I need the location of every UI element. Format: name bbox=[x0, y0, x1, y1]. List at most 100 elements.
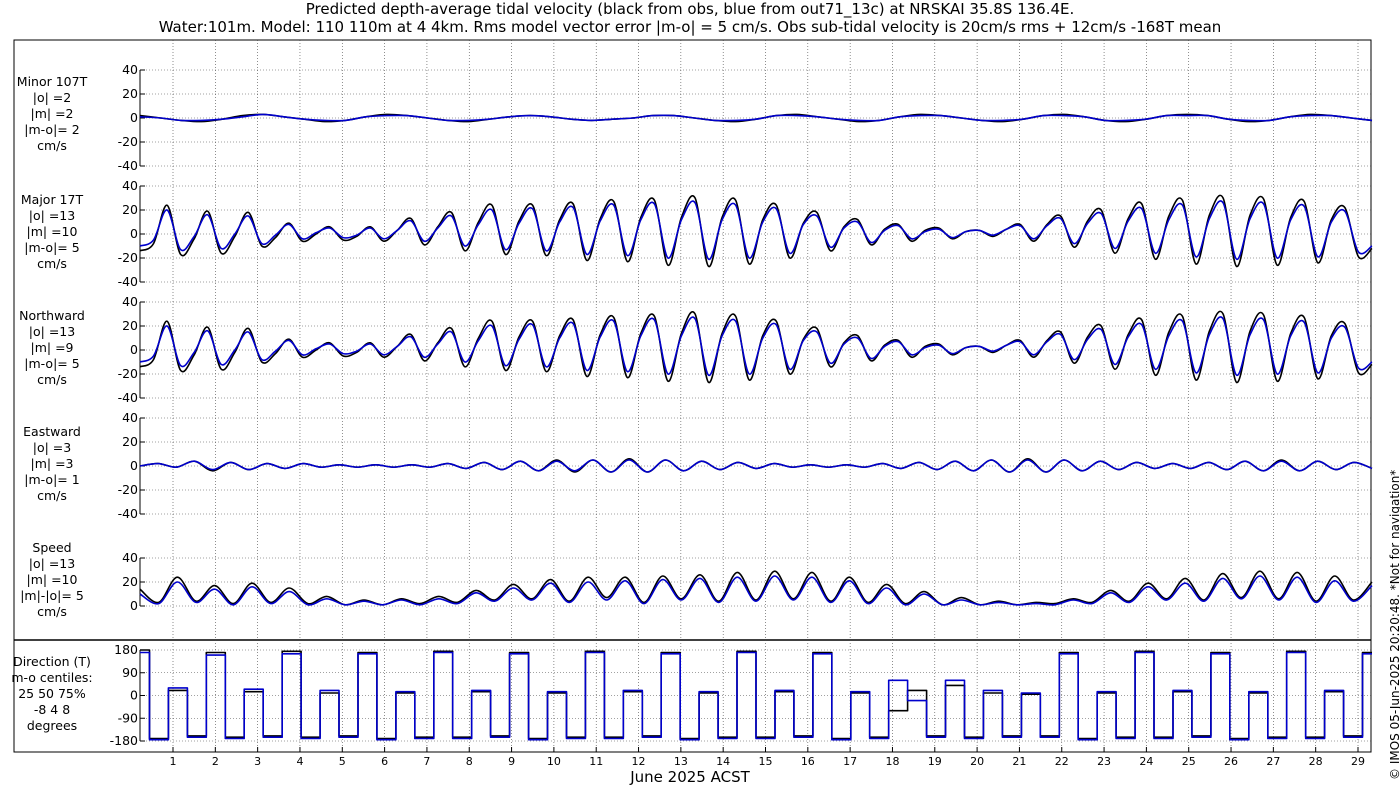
y-tick-label: 40 bbox=[122, 178, 138, 193]
panel-label-line: Speed bbox=[32, 540, 72, 555]
x-tick-label: 29 bbox=[1351, 755, 1365, 768]
y-tick-label: -20 bbox=[118, 134, 138, 149]
y-tick-label: 20 bbox=[122, 86, 138, 101]
panel-label-line: |m| =3 bbox=[30, 456, 74, 471]
series-model-minor bbox=[139, 113, 1373, 122]
panel-label-line: |o| =13 bbox=[28, 324, 76, 339]
x-tick-label: 16 bbox=[801, 755, 815, 768]
y-tick-label: -20 bbox=[118, 482, 138, 497]
panel-label-line: -8 4 8 bbox=[33, 702, 71, 717]
x-tick-label: 12 bbox=[632, 755, 646, 768]
y-tick-label: 40 bbox=[122, 294, 138, 309]
x-tick-label: 27 bbox=[1266, 755, 1280, 768]
x-tick-label: 6 bbox=[381, 755, 388, 768]
panel-label-line: m-o centiles: bbox=[11, 670, 93, 685]
y-tick-label: 0 bbox=[130, 110, 138, 125]
y-tick-label: 0 bbox=[130, 598, 138, 613]
x-tick-label: 21 bbox=[1012, 755, 1026, 768]
panel-label-line: |o| =2 bbox=[32, 90, 72, 105]
y-tick-label: 90 bbox=[122, 665, 138, 680]
panel-eastward: -40 -20 0 20 40 bbox=[118, 410, 1373, 521]
panel-label-speed: Speed |o| =13 |m| =10 |m|-|o|= 5 cm/s bbox=[0, 540, 104, 620]
x-tick-label: 14 bbox=[716, 755, 730, 768]
panel-label-line: cm/s bbox=[37, 256, 67, 271]
y-tick-label: 20 bbox=[122, 574, 138, 589]
series-obs-major bbox=[139, 194, 1373, 268]
series-model-direction bbox=[140, 651, 1372, 741]
x-tick-label: 25 bbox=[1182, 755, 1196, 768]
copyright-notice: © IMOS 05-Jun-2025 20:20:48. *Not for na… bbox=[1388, 469, 1400, 780]
y-tick-label: 40 bbox=[122, 62, 138, 77]
y-tick-label: -20 bbox=[118, 250, 138, 265]
tidal-velocity-plot: 1 2 3 4 5 6 7 8 9 10 11 12 13 14 15 16 17 18 19 20 21 22 23 24 2… bbox=[13, 39, 1373, 768]
x-tick-label: 24 bbox=[1139, 755, 1153, 768]
panel-label-line: |o| =13 bbox=[28, 556, 76, 571]
panel-label-line: cm/s bbox=[37, 138, 67, 153]
x-tick-label: 15 bbox=[759, 755, 773, 768]
panel-northward: -40 -20 0 20 40 bbox=[118, 294, 1373, 405]
x-tick-label: 22 bbox=[1055, 755, 1069, 768]
panel-label-line: |m| =9 bbox=[30, 340, 74, 355]
y-tick-label: 0 bbox=[130, 342, 138, 357]
plot-frame bbox=[13, 39, 1372, 753]
panel-label-line: 25 50 75% bbox=[18, 686, 86, 701]
y-tick-label: 0 bbox=[130, 226, 138, 241]
series-model-speed bbox=[139, 575, 1373, 606]
panel-label-line: cm/s bbox=[37, 488, 67, 503]
x-tick-label: 23 bbox=[1097, 755, 1111, 768]
x-tick-label: 5 bbox=[339, 755, 346, 768]
x-axis-label: June 2025 ACST bbox=[630, 768, 750, 786]
panel-major: -40 -20 0 20 40 bbox=[118, 178, 1373, 289]
series-obs-northward bbox=[139, 310, 1373, 384]
x-tick-label: 7 bbox=[423, 755, 430, 768]
panel-label-northward: Northward |o| =13 |m| =9 |m-o|= 5 cm/s bbox=[0, 308, 104, 388]
panel-label-line: Direction (T) bbox=[13, 654, 91, 669]
panel-label-line: |o| =3 bbox=[32, 440, 72, 455]
y-tick-label: -90 bbox=[118, 710, 138, 725]
x-tick-label: 26 bbox=[1224, 755, 1238, 768]
y-tick-label: 40 bbox=[122, 410, 138, 425]
x-tick-label: 11 bbox=[589, 755, 603, 768]
x-tick-label: 17 bbox=[843, 755, 857, 768]
panel-label-line: |m| =10 bbox=[26, 572, 78, 587]
panel-label-line: |m-o|= 5 bbox=[24, 356, 80, 371]
x-tick-label: 8 bbox=[466, 755, 473, 768]
x-tick-label: 1 bbox=[170, 755, 177, 768]
x-tick-label: 13 bbox=[674, 755, 688, 768]
y-tick-label: -40 bbox=[118, 506, 138, 521]
x-tick-label: 18 bbox=[885, 755, 899, 768]
panel-label-line: |m-o|= 5 bbox=[24, 240, 80, 255]
y-tick-label: -180 bbox=[110, 733, 138, 748]
panel-label-line: |m-o|= 2 bbox=[24, 122, 80, 137]
y-tick-label: 40 bbox=[122, 550, 138, 565]
panel-label-line: |m| =10 bbox=[26, 224, 78, 239]
panel-label-line: Minor 107T bbox=[16, 74, 88, 89]
y-tick-label: 20 bbox=[122, 202, 138, 217]
y-tick-label: 0 bbox=[130, 458, 138, 473]
panel-label-line: Major 17T bbox=[20, 192, 84, 207]
panel-label-major: Major 17T |o| =13 |m| =10 |m-o|= 5 cm/s bbox=[0, 192, 104, 272]
panel-label-line: |o| =13 bbox=[28, 208, 76, 223]
x-tick-label: 20 bbox=[970, 755, 984, 768]
x-tick-label: 2 bbox=[212, 755, 219, 768]
panel-label-direction: Direction (T) m-o centiles: 25 50 75% -8 4 … bbox=[0, 654, 104, 734]
panel-label-line: cm/s bbox=[37, 372, 67, 387]
panel-label-line: |m-o|= 1 bbox=[24, 472, 80, 487]
y-tick-label: -40 bbox=[118, 274, 138, 289]
panel-label-line: Eastward bbox=[23, 424, 81, 439]
x-tick-label: 9 bbox=[508, 755, 515, 768]
panel-label-line: cm/s bbox=[37, 604, 67, 619]
panel-label-line: |m|-|o|= 5 bbox=[20, 588, 84, 603]
panel-label-line: |m| =2 bbox=[30, 106, 74, 121]
y-tick-label: 20 bbox=[122, 434, 138, 449]
panel-label-minor: Minor 107T |o| =2 |m| =2 |m-o|= 2 cm/s bbox=[0, 74, 104, 154]
y-tick-label: -20 bbox=[118, 366, 138, 381]
y-tick-label: 0 bbox=[130, 688, 138, 703]
panel-label-line: Northward bbox=[19, 308, 85, 323]
y-tick-label: 20 bbox=[122, 318, 138, 333]
x-tick-label: 3 bbox=[254, 755, 261, 768]
y-tick-label: -40 bbox=[118, 390, 138, 405]
y-tick-label: -40 bbox=[118, 158, 138, 173]
x-tick-label: 10 bbox=[547, 755, 561, 768]
panel-direction: -180 -90 0 90 180 bbox=[110, 642, 1372, 748]
